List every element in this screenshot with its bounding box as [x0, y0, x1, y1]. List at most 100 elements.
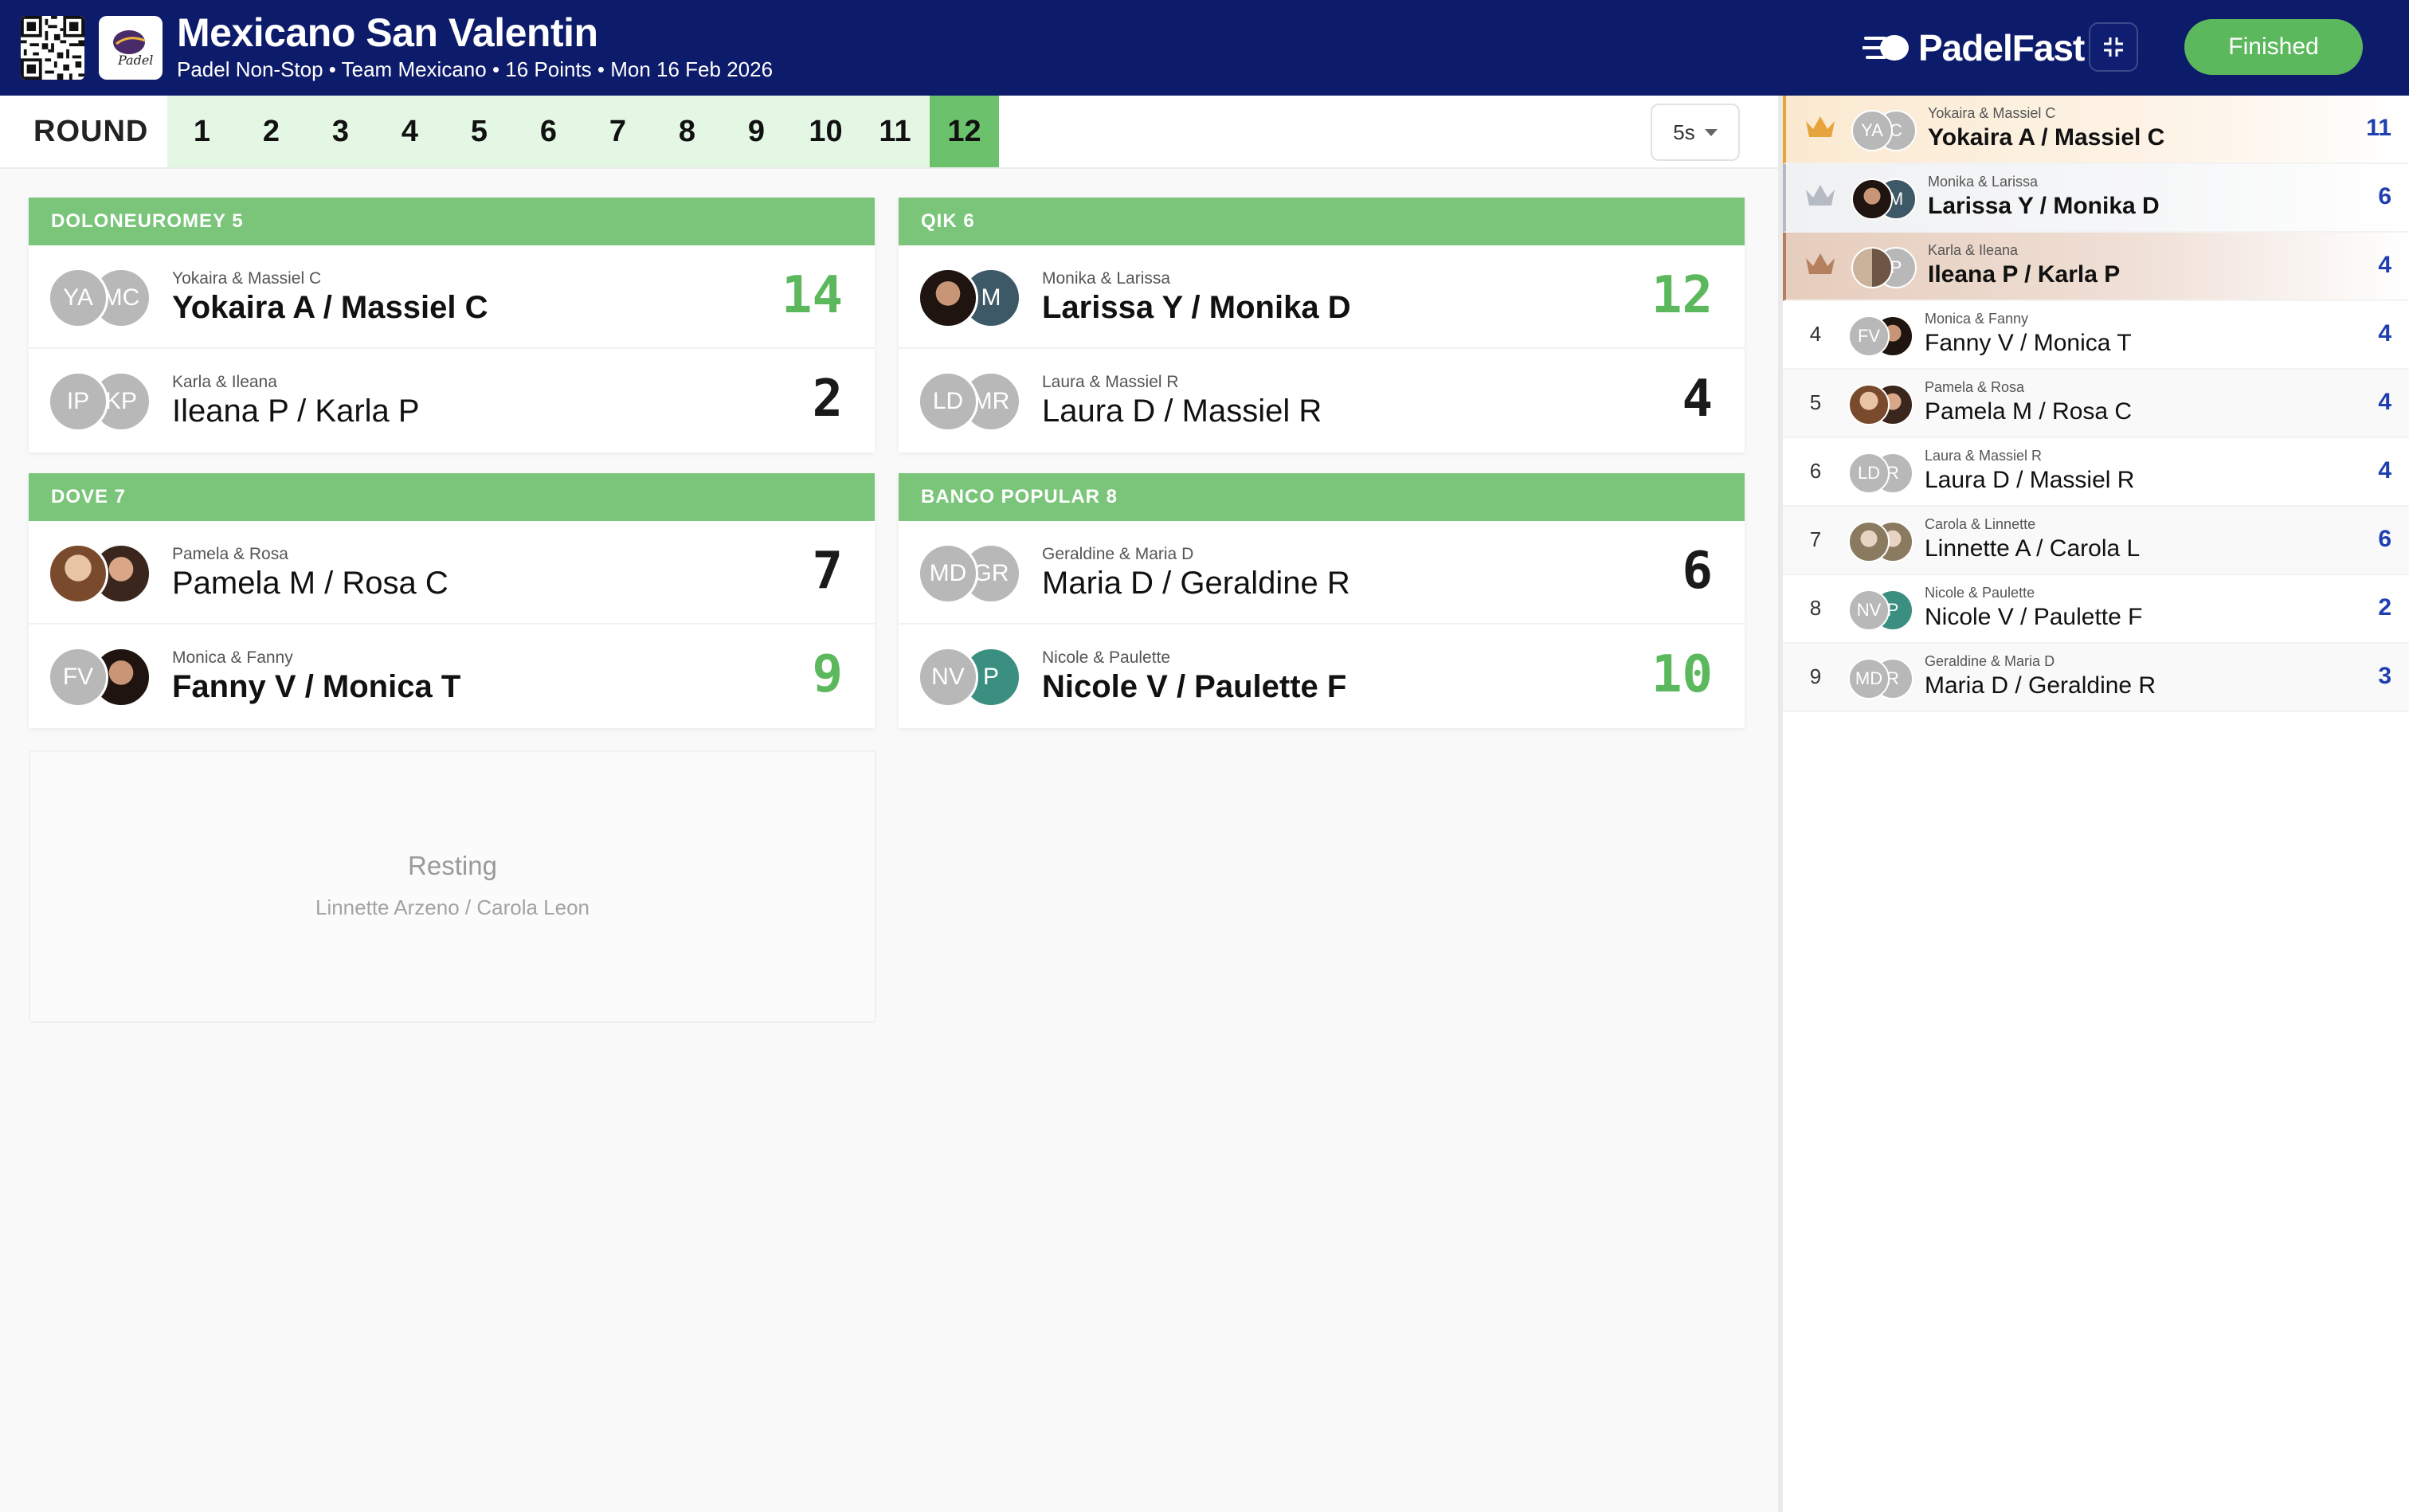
standing-points: 2: [2378, 594, 2391, 621]
finished-button[interactable]: Finished: [2184, 19, 2363, 75]
team-name: Larissa Y / Monika D: [1042, 290, 1351, 325]
team-score[interactable]: 9: [812, 645, 843, 704]
avatar-pair: M: [918, 268, 1021, 328]
avatar: YA: [48, 268, 108, 328]
standings-row[interactable]: 8 NV P Nicole & Paulette Nicole V / Paulette…: [1783, 575, 2409, 644]
standing-team-name: Larissa Y / Monika D: [1928, 193, 2160, 219]
team-score[interactable]: 2: [812, 370, 843, 429]
event-title: Mexicano San Valentin: [177, 10, 598, 55]
avatar: IP: [48, 371, 108, 432]
team-pair-label: Monika & Larissa: [1042, 269, 1171, 288]
team-score[interactable]: 4: [1682, 370, 1713, 429]
avatar: [1851, 247, 1893, 288]
standing-team-name: Linnette A / Carola L: [1925, 535, 2141, 562]
round-tab-9[interactable]: 9: [722, 96, 791, 167]
padelfast-logo-icon: [1863, 35, 1909, 61]
standings-row[interactable]: 5 Pamela & Rosa Pamela M / Rosa C 4: [1783, 370, 2409, 438]
team-row[interactable]: YA MC Yokaira & Massiel C Yokaira A / Massi…: [29, 245, 875, 349]
team-row[interactable]: MD GR Geraldine & Maria D Maria D / Geraldi…: [899, 521, 1745, 625]
avatar: LD: [918, 371, 978, 432]
standing-points: 4: [2378, 457, 2391, 484]
standing-pair-label: Karla & Ileana: [1928, 242, 2019, 258]
team-row[interactable]: NV P Nicole & Paulette Nicole V / Paulette …: [899, 625, 1745, 728]
standings-row[interactable]: 9 MD R Geraldine & Maria D Maria D / Geraldi…: [1783, 644, 2409, 712]
avatar-pair: P: [1851, 247, 1925, 290]
team-score[interactable]: 7: [812, 542, 843, 601]
standing-team-name: Pamela M / Rosa C: [1925, 398, 2133, 425]
standings-row[interactable]: 6 LD R Laura & Massiel R Laura D / Massiel R…: [1783, 438, 2409, 507]
timer-value: 5s: [1673, 119, 1695, 144]
team-score[interactable]: 12: [1651, 266, 1713, 325]
standing-pair-label: Yokaira & Massiel C: [1928, 105, 2056, 121]
round-tab-12[interactable]: 12: [930, 96, 999, 167]
standing-points: 11: [2366, 115, 2391, 141]
standing-team-name: Yokaira A / Massiel C: [1928, 124, 2165, 151]
standing-pair-label: Monika & Larissa: [1928, 174, 2039, 190]
team-name: Ileana P / Karla P: [172, 394, 420, 429]
standings-row[interactable]: 7 Carola & Linnette Linnette A / Carola L 6: [1783, 507, 2409, 575]
team-name: Pamela M / Rosa C: [172, 566, 449, 601]
timer-select[interactable]: 5s: [1651, 104, 1740, 161]
team-name: Laura D / Massiel R: [1042, 394, 1322, 429]
standings-row[interactable]: 4 FV Monica & Fanny Fanny V / Monica T 4: [1783, 301, 2409, 370]
round-tab-2[interactable]: 2: [237, 96, 306, 167]
avatar-pair: LD R: [1848, 452, 1921, 496]
padel-racket-icon: Padel: [113, 30, 153, 68]
team-row[interactable]: FV Monica & Fanny Fanny V / Monica T 9: [29, 625, 875, 728]
standing-pair-label: Monica & Fanny: [1925, 311, 2029, 327]
event-subtitle: Padel Non-Stop • Team Mexicano • 16 Poin…: [177, 57, 774, 81]
round-tabs: 1 2 3 4 5 6 7 8 9 10 11 12: [167, 96, 999, 167]
round-tab-5[interactable]: 5: [445, 96, 514, 167]
round-tab-6[interactable]: 6: [514, 96, 583, 167]
avatar-pair: IP KP: [48, 371, 151, 432]
standing-pair-label: Carola & Linnette: [1925, 516, 2036, 532]
svg-text:Padel: Padel: [117, 53, 153, 68]
round-label: ROUND: [33, 115, 149, 148]
standings-row[interactable]: YA C Yokaira & Massiel C Yokaira A / Massie…: [1783, 96, 2409, 164]
resting-players: Linnette Arzeno / Carola Leon: [315, 895, 590, 919]
round-tab-8[interactable]: 8: [652, 96, 722, 167]
avatar-pair: MD GR: [918, 543, 1021, 604]
round-tab-4[interactable]: 4: [375, 96, 445, 167]
qr-code[interactable]: [21, 16, 84, 80]
crown-icon: [1806, 253, 1835, 274]
avatar-pair: [48, 543, 151, 604]
standing-pair-label: Pamela & Rosa: [1925, 379, 2025, 395]
standing-team-name: Nicole V / Paulette F: [1925, 604, 2143, 630]
chevron-down-icon: [1704, 128, 1718, 136]
avatar: FV: [48, 647, 108, 707]
round-tab-10[interactable]: 10: [791, 96, 860, 167]
match-card: QIK 6 M Monika & Larissa Larissa Y / Monika…: [899, 198, 1745, 452]
standings-row[interactable]: M Monika & Larissa Larissa Y / Monika D 6: [1783, 164, 2409, 233]
avatar: [918, 268, 978, 328]
team-score[interactable]: 14: [781, 266, 843, 325]
standing-team-name: Ileana P / Karla P: [1928, 261, 2121, 288]
team-row[interactable]: IP KP Karla & Ileana Ileana P / Karla P 2: [29, 349, 875, 452]
standing-rank: 4: [1809, 322, 1822, 346]
team-score[interactable]: 6: [1682, 542, 1713, 601]
team-name: Yokaira A / Massiel C: [172, 290, 488, 325]
round-tab-3[interactable]: 3: [306, 96, 375, 167]
exit-fullscreen-button[interactable]: [2089, 22, 2138, 72]
standings-row[interactable]: P Karla & Ileana Ileana P / Karla P 4: [1783, 233, 2409, 301]
round-tab-1[interactable]: 1: [167, 96, 237, 167]
team-score[interactable]: 10: [1651, 645, 1713, 704]
standing-rank: 8: [1809, 596, 1822, 620]
team-row[interactable]: M Monika & Larissa Larissa Y / Monika D 12: [899, 245, 1745, 349]
team-pair-label: Nicole & Paulette: [1042, 648, 1171, 667]
team-name: Nicole V / Paulette F: [1042, 669, 1347, 704]
standing-pair-label: Nicole & Paulette: [1925, 585, 2035, 601]
avatar-pair: MD R: [1848, 658, 1921, 701]
standing-points: 4: [2378, 389, 2391, 415]
team-row[interactable]: Pamela & Rosa Pamela M / Rosa C 7: [29, 521, 875, 625]
avatar: [1851, 178, 1893, 220]
avatar-pair: [1848, 521, 1921, 564]
crown-icon: [1806, 116, 1835, 137]
round-tab-7[interactable]: 7: [583, 96, 652, 167]
round-selector-bar: ROUND 1 2 3 4 5 6 7 8 9 10 11 12 5s: [0, 96, 1778, 169]
avatar-pair: NV P: [918, 647, 1021, 707]
round-tab-11[interactable]: 11: [860, 96, 930, 167]
team-row[interactable]: LD MR Laura & Massiel R Laura D / Massiel R…: [899, 349, 1745, 452]
collapse-icon: [2104, 37, 2123, 57]
avatar-pair: LD MR: [918, 371, 1021, 432]
